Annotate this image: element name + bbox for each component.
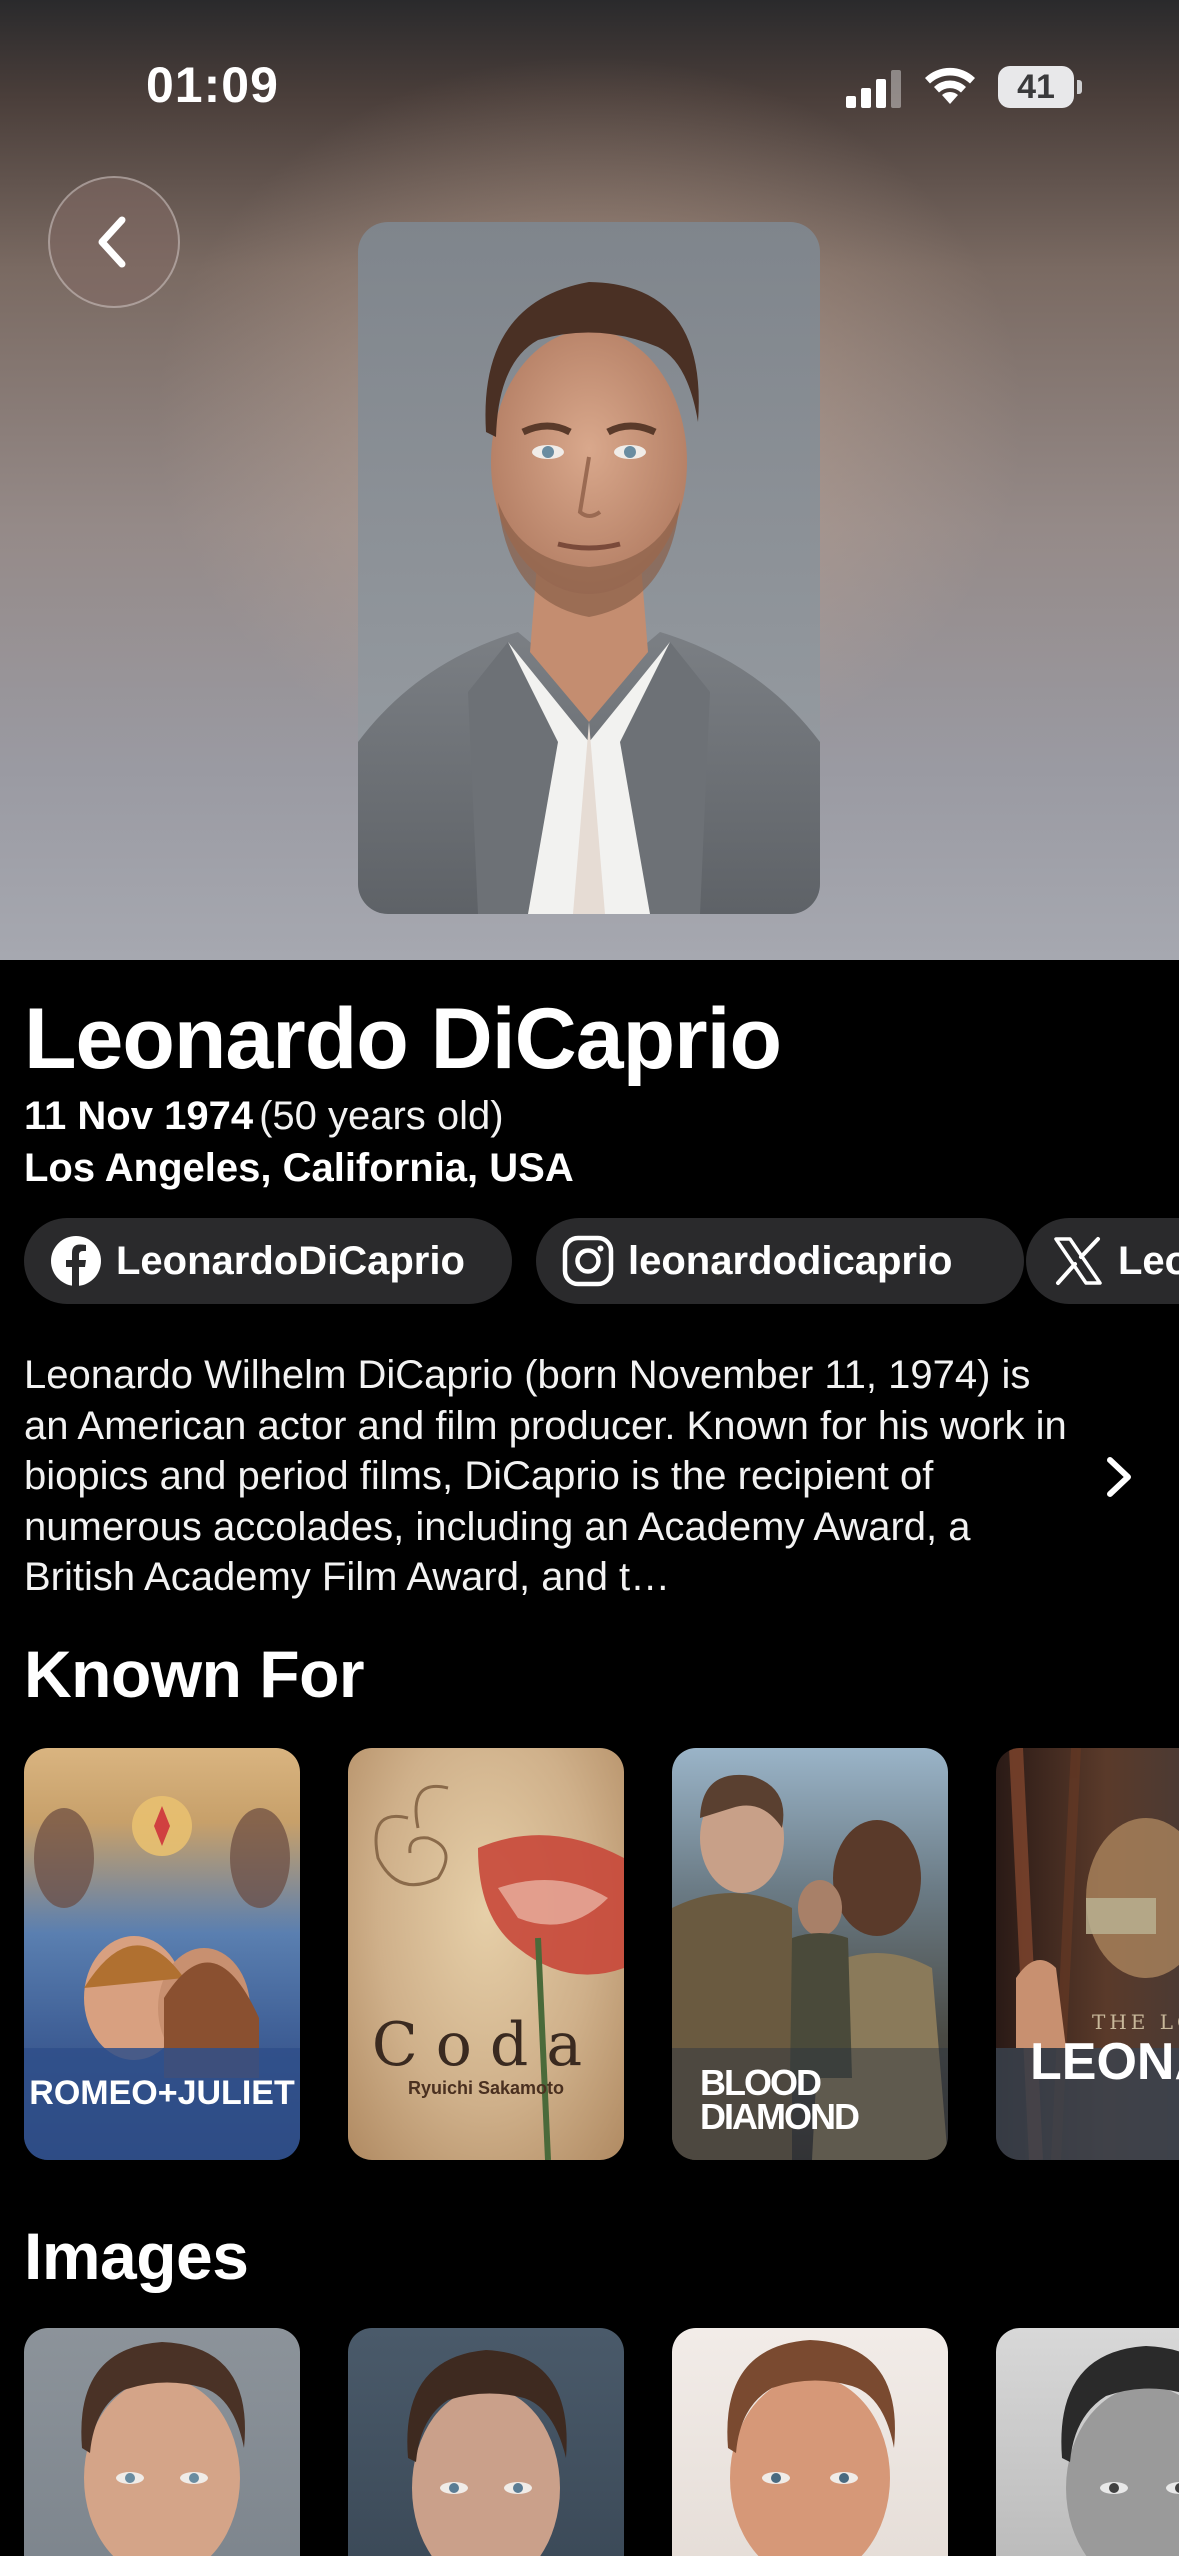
- known-for-card-blood-diamond[interactable]: BLOOD DIAMOND: [672, 1748, 948, 2160]
- facebook-icon: [50, 1235, 102, 1287]
- poster-title: LEONAR: [1030, 2033, 1179, 2091]
- poster-overline: THE LOS: [1092, 2010, 1179, 2034]
- facebook-link[interactable]: LeonardoDiCaprio: [24, 1218, 512, 1304]
- facebook-handle: LeonardoDiCaprio: [116, 1238, 465, 1283]
- x-handle: Leo: [1118, 1238, 1179, 1283]
- instagram-handle: leonardodicaprio: [628, 1238, 953, 1283]
- social-links: LeonardoDiCaprio leonardodicaprio Leo: [24, 1218, 1179, 1306]
- x-link[interactable]: Leo: [1026, 1218, 1179, 1304]
- images-carousel: [0, 2328, 1179, 2556]
- chevron-left-icon: [98, 216, 126, 268]
- poster-subtitle: Ryuichi Sakamoto: [407, 2078, 565, 2098]
- portrait-thumbnail-art: [1061, 2346, 1179, 2556]
- back-button[interactable]: [48, 176, 180, 308]
- battery-level: 41: [1017, 67, 1055, 106]
- image-thumbnail[interactable]: [672, 2328, 948, 2556]
- portrait-thumbnail-art: [81, 2342, 245, 2556]
- birth-date: 11 Nov 1974: [24, 1094, 254, 1138]
- chevron-right-icon[interactable]: [1100, 1452, 1140, 1502]
- poster-title: Coda: [371, 2010, 601, 2080]
- poster-title: BLOOD DIAMOND: [700, 2062, 860, 2137]
- x-logo-icon: [1052, 1235, 1104, 1287]
- battery-indicator: 41: [998, 66, 1082, 108]
- the-lost-leonardo-poster-art: [996, 1748, 1179, 2160]
- image-thumbnail[interactable]: [348, 2328, 624, 2556]
- birth-info: 11 Nov 1974 (50 years old): [24, 1094, 504, 1139]
- age: (50 years old): [259, 1094, 504, 1138]
- known-for-card-romeo-juliet[interactable]: ROMEO+JULIET: [24, 1748, 300, 2160]
- person-name: Leonardo DiCaprio: [24, 991, 782, 1087]
- known-for-heading: Known For: [24, 1637, 365, 1711]
- biography-text[interactable]: Leonardo Wilhelm DiCaprio (born November…: [24, 1350, 1084, 1602]
- birthplace: Los Angeles, California, USA: [24, 1146, 574, 1190]
- status-bar: 01:09 41: [0, 0, 1179, 150]
- portrait-thumbnail-art: [727, 2340, 895, 2556]
- image-thumbnail[interactable]: [996, 2328, 1179, 2556]
- wifi-icon: [925, 67, 975, 104]
- known-for-card-coda[interactable]: Coda Ryuichi Sakamoto: [348, 1748, 624, 2160]
- portrait-illustration: [358, 282, 820, 914]
- profile-photo: [358, 222, 820, 914]
- cellular-signal-icon: [846, 70, 901, 108]
- instagram-icon: [562, 1235, 614, 1287]
- status-time: 01:09: [146, 57, 279, 113]
- known-for-card-the-lost-leonardo[interactable]: THE LOS LEONAR: [996, 1748, 1179, 2160]
- known-for-carousel: ROMEO+JULIET Coda Ryuichi Sakamoto BLOOD…: [0, 1748, 1179, 2160]
- poster-title: ROMEO+JULIET: [29, 2074, 295, 2112]
- images-heading: Images: [24, 2219, 249, 2293]
- portrait-thumbnail-art: [407, 2350, 567, 2556]
- hero-backdrop: 01:09 41: [0, 0, 1179, 960]
- instagram-link[interactable]: leonardodicaprio: [536, 1218, 1024, 1304]
- image-thumbnail[interactable]: [24, 2328, 300, 2556]
